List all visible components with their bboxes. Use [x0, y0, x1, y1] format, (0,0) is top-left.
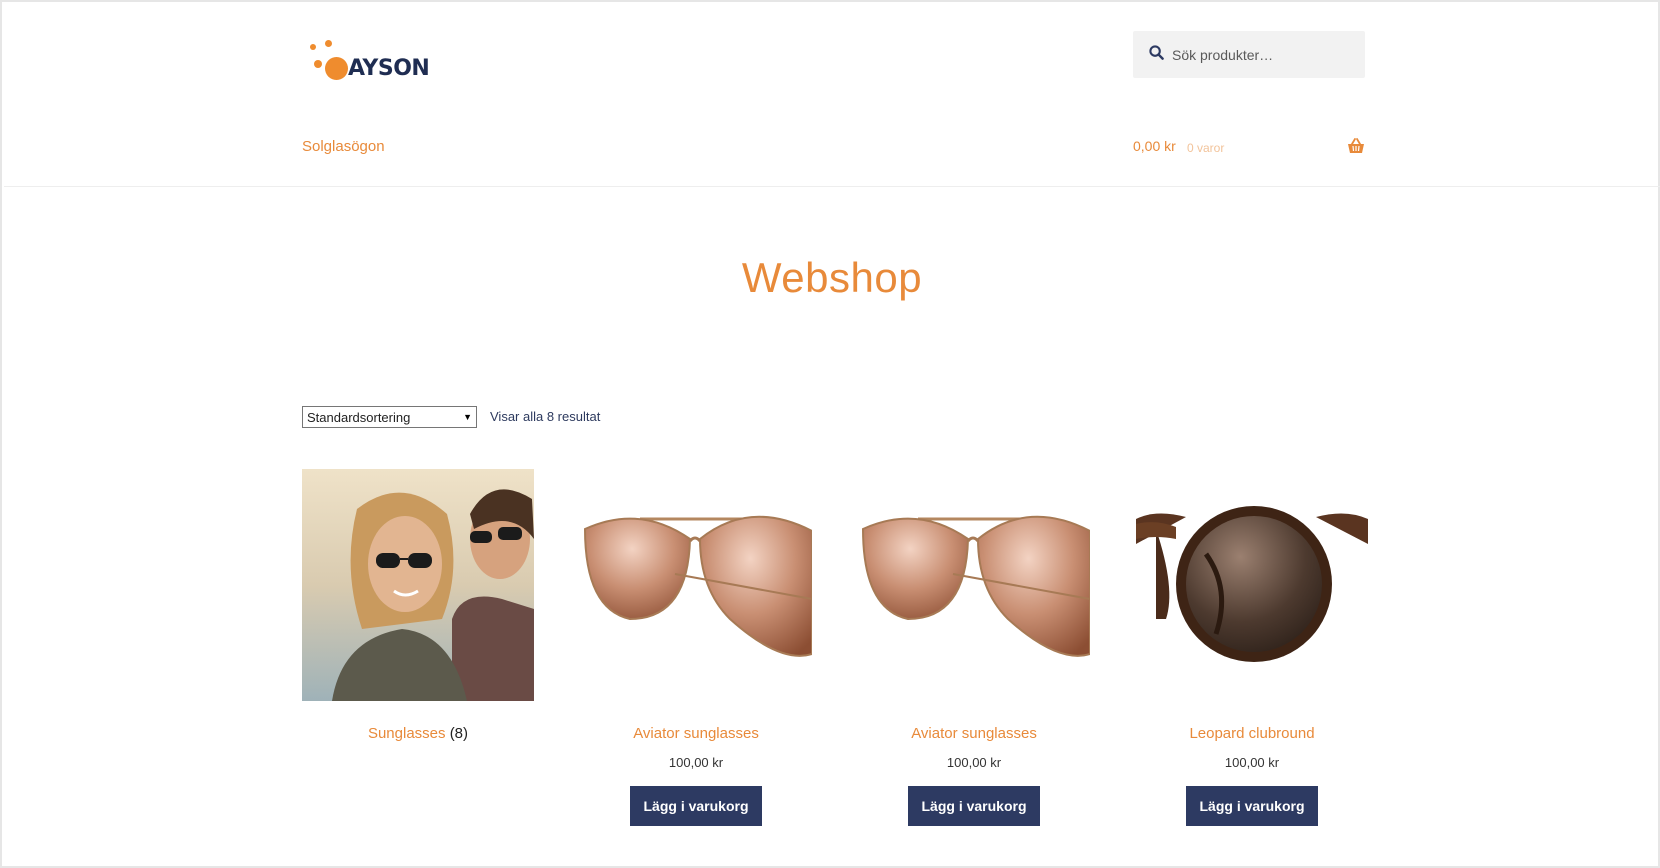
add-to-cart-button[interactable]: Lägg i varukorg	[630, 786, 762, 826]
product-image[interactable]	[1136, 469, 1368, 701]
category-title[interactable]: Sunglasses (8)	[368, 725, 468, 742]
product-price: 100,00 kr	[1224, 755, 1280, 770]
logo-dot	[310, 44, 316, 50]
add-to-cart-button[interactable]: Lägg i varukorg	[1186, 786, 1318, 826]
logo-mark	[325, 57, 348, 80]
category-card[interactable]: Sunglasses (8)	[302, 469, 534, 743]
cart-count: 0 varor	[1187, 141, 1225, 155]
header-cart[interactable]: 0,00 kr 0 varor	[1133, 138, 1365, 160]
product-title[interactable]: Leopard clubround	[1189, 725, 1314, 742]
product-price: 100,00 kr	[668, 755, 724, 770]
nav-item-solglasogon[interactable]: Solglasögon	[302, 138, 385, 155]
header-divider	[4, 186, 1660, 187]
category-image[interactable]	[302, 469, 534, 701]
page-frame: AYSON Solglasögon 0,00 kr 0 varor Websho…	[0, 0, 1660, 868]
product-search	[1133, 31, 1365, 78]
product-card: Aviator sunglasses 100,00 kr Lägg i varu…	[858, 469, 1090, 826]
product-price: 100,00 kr	[946, 755, 1002, 770]
category-name: Sunglasses	[367, 725, 446, 742]
product-card: Leopard clubround 100,00 kr Lägg i varuk…	[1136, 469, 1368, 826]
product-title[interactable]: Aviator sunglasses	[633, 725, 759, 742]
category-count: (8)	[449, 725, 469, 742]
sort-select-value: Standardsortering	[307, 409, 411, 425]
chevron-down-icon: ▼	[463, 412, 472, 422]
product-image[interactable]	[858, 469, 1090, 701]
product-image[interactable]	[580, 469, 812, 701]
add-to-cart-button[interactable]: Lägg i varukorg	[908, 786, 1040, 826]
logo-dot	[325, 40, 332, 47]
search-input[interactable]	[1172, 46, 1362, 63]
sort-select[interactable]: Standardsortering ▼	[302, 406, 477, 428]
result-count: Visar alla 8 resultat	[490, 409, 601, 424]
search-icon	[1149, 44, 1164, 65]
basket-icon[interactable]	[1347, 138, 1365, 154]
product-card: Aviator sunglasses 100,00 kr Lägg i varu…	[580, 469, 812, 826]
cart-amount: 0,00 kr	[1133, 138, 1176, 154]
site-logo[interactable]: AYSON	[302, 38, 442, 88]
logo-text: AYSON	[348, 56, 430, 81]
product-title[interactable]: Aviator sunglasses	[911, 725, 1037, 742]
logo-dot	[314, 60, 322, 68]
page-title: Webshop	[741, 254, 923, 301]
